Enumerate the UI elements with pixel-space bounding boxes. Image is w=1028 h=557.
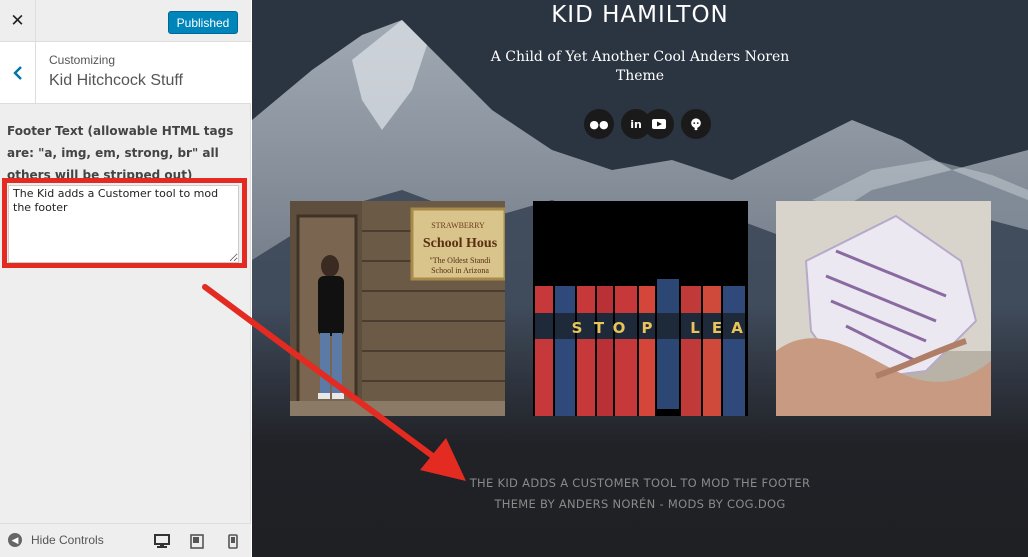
book-band	[535, 313, 553, 339]
github-icon[interactable]	[681, 109, 711, 139]
site-description: A Child of Yet Another Cool Anders Noren…	[490, 49, 790, 84]
flickr-icon[interactable]: ●●	[584, 109, 614, 139]
schoolhouse-photo: STRAWBERRY School Hous "The Oldest Stand…	[290, 201, 505, 416]
book-spine	[723, 286, 745, 416]
book-spine	[615, 286, 637, 416]
close-icon[interactable]: ✕	[0, 0, 36, 42]
customizing-label: Customizing	[49, 53, 116, 67]
book-letter: O	[613, 319, 626, 337]
site-preview: KID HAMILTON A Child of Yet Another Cool…	[252, 0, 1028, 557]
section-title: Kid Hitchcock Stuff	[49, 72, 183, 89]
section-header: Customizing Kid Hitchcock Stuff	[0, 42, 251, 104]
book-spine	[597, 286, 613, 416]
book-spine	[681, 286, 701, 416]
hide-controls-button[interactable]: ◀ Hide Controls	[8, 533, 104, 547]
book-band	[657, 313, 679, 339]
sign-line2: School Hous	[423, 236, 498, 251]
site-title[interactable]: KID HAMILTON	[252, 2, 1028, 28]
book-letter: L	[690, 319, 700, 337]
customizer-footer: ◀ Hide Controls	[0, 523, 251, 557]
publish-button[interactable]: Published	[168, 11, 238, 34]
sign-line4: School in Arizona	[431, 266, 489, 275]
book-letter: P	[642, 319, 653, 337]
book-spine	[657, 279, 679, 409]
footer-text-field[interactable]: The Kid adds a Customer tool to mod the …	[8, 185, 239, 263]
youtube-icon[interactable]	[644, 109, 674, 139]
book-spine	[535, 286, 553, 416]
sign-line3: "The Oldest Standi	[429, 256, 491, 265]
book-spine	[703, 286, 721, 416]
post-thumbnail-schoolhouse[interactable]: STRAWBERRY School Hous "The Oldest Stand…	[290, 201, 505, 416]
book-spine	[555, 286, 575, 416]
book-spine	[577, 286, 595, 416]
post-thumbnail-books[interactable]: STOP LEA	[533, 201, 748, 416]
book-spine	[639, 286, 655, 416]
customizer-header-actions: ✕ Published	[0, 0, 251, 42]
wrapped-package-photo	[776, 201, 991, 416]
back-icon[interactable]	[0, 42, 36, 104]
book-letter: T	[594, 319, 605, 337]
book-letter: A	[731, 319, 743, 337]
footer-text-label: Footer Text (allowable HTML tags are: "a…	[7, 124, 234, 182]
post-thumbnail-package[interactable]	[776, 201, 991, 416]
mobile-icon[interactable]	[225, 533, 241, 549]
book-letter: S	[572, 319, 583, 337]
collapse-icon: ◀	[8, 533, 22, 547]
tablet-icon[interactable]	[189, 533, 205, 549]
customizer-sidebar: ✕ Published Customizing Kid Hitchcock St…	[0, 0, 251, 557]
book-letter: E	[712, 319, 722, 337]
theme-credits[interactable]: THEME BY ANDERS NORÉN - MODS BY COG.DOG	[252, 497, 1028, 511]
sign-line1: STRAWBERRY	[431, 221, 485, 230]
desktop-icon[interactable]	[154, 533, 170, 549]
footer-text: THE KID ADDS A CUSTOMER TOOL TO MOD THE …	[469, 476, 811, 490]
hide-controls-label: Hide Controls	[31, 533, 104, 547]
books-photo: STOP LEA	[533, 201, 748, 416]
